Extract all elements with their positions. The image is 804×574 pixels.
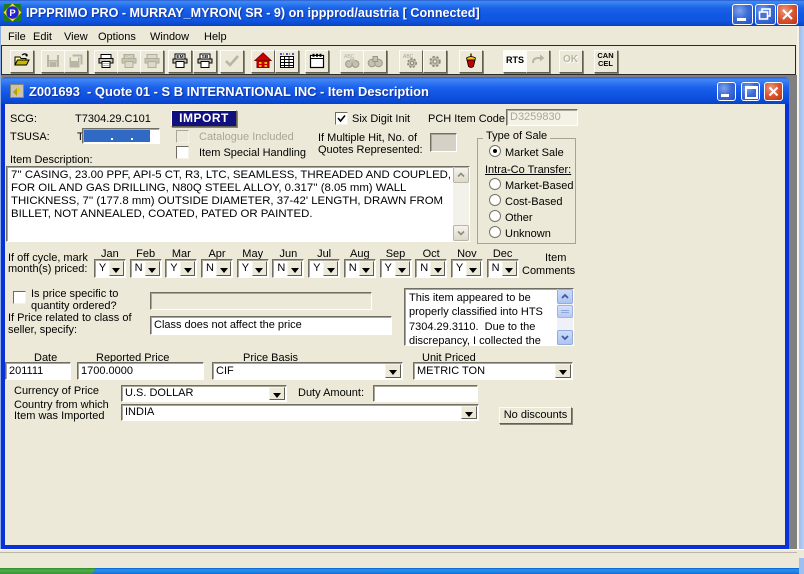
svg-text:P: P (9, 8, 16, 19)
